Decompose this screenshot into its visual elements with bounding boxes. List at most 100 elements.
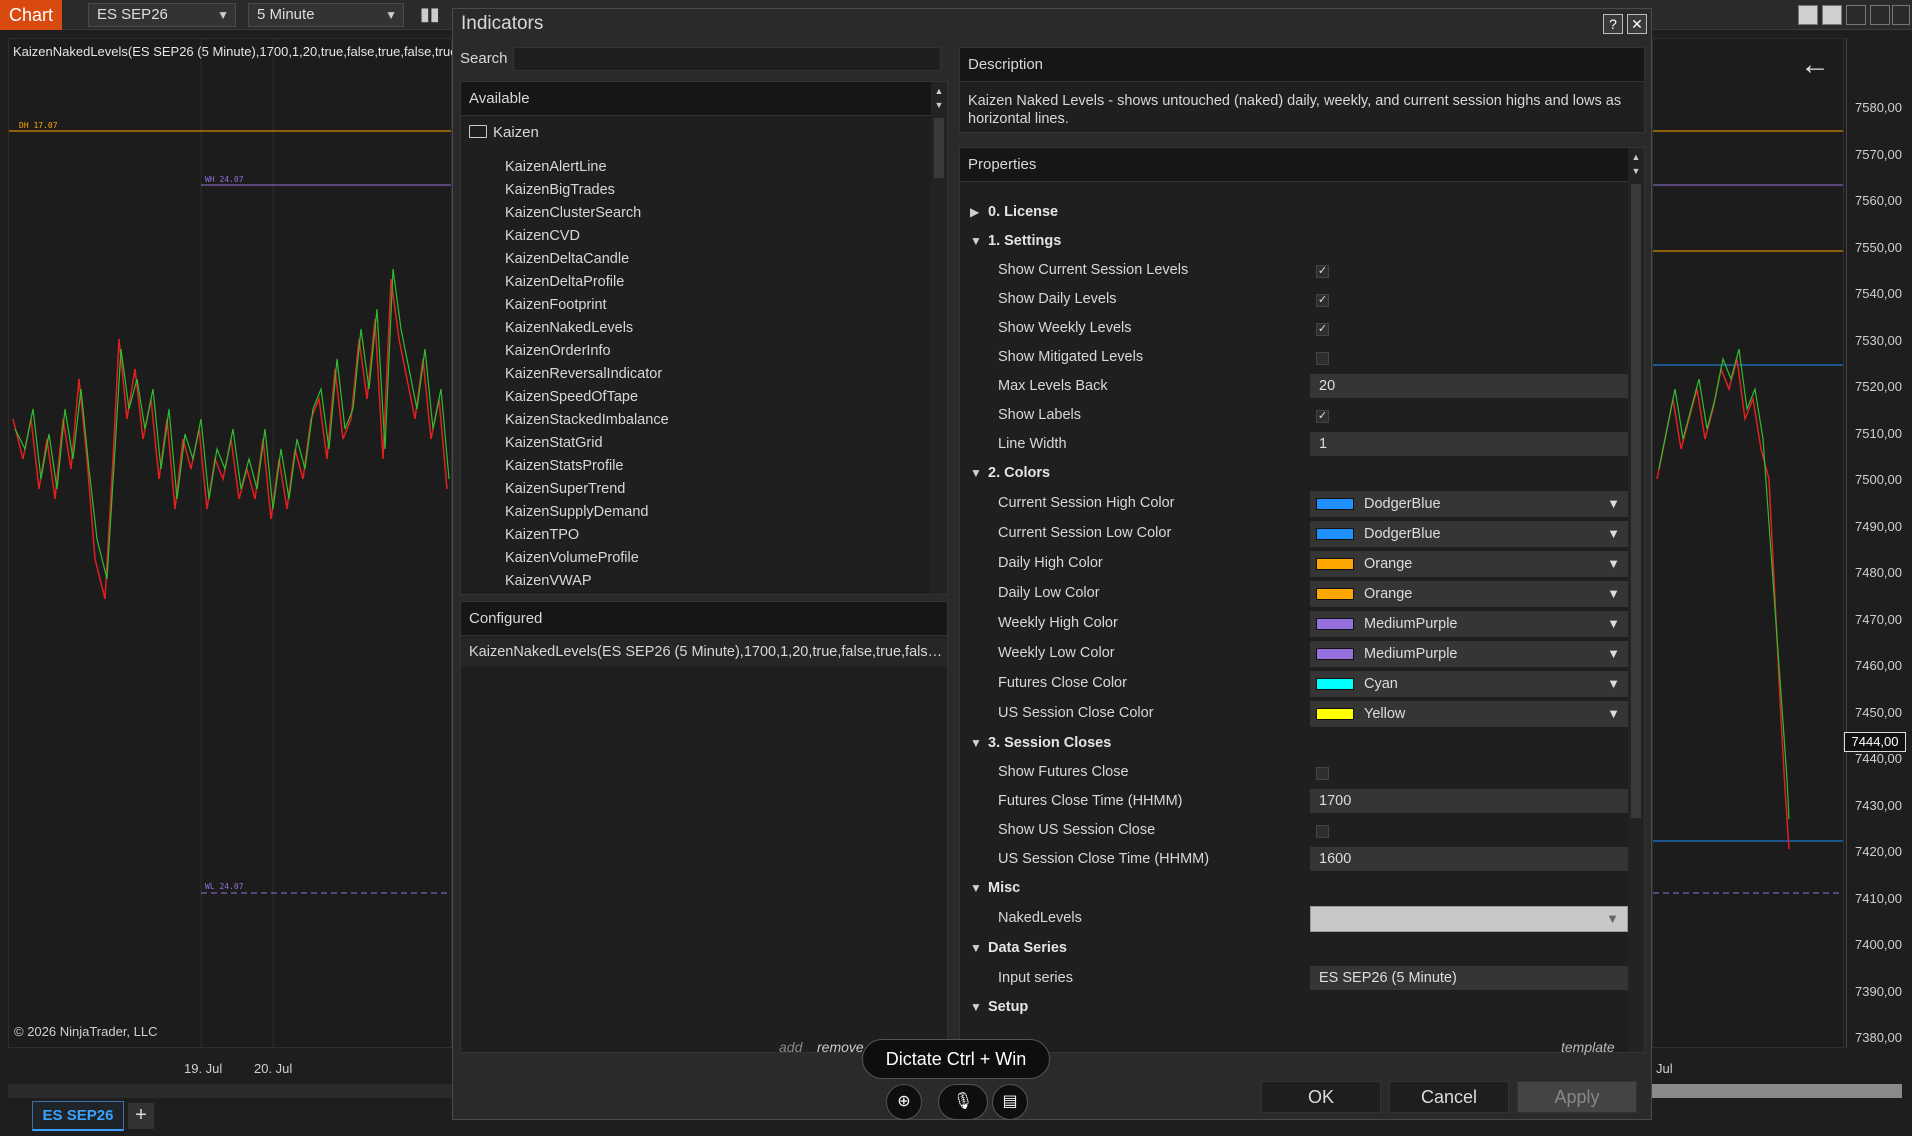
chevron-down-icon: ▼ xyxy=(1607,616,1620,631)
prop-show-daily: Show Daily Levels xyxy=(998,291,1117,307)
chart-tab[interactable]: Chart xyxy=(0,0,62,30)
tree-folder-kaizen[interactable]: Kaizen xyxy=(469,124,539,141)
configured-panel: Configured KaizenNakedLevels(ES SEP26 (5… xyxy=(460,601,948,1053)
properties-scrollbar[interactable]: ▲ ▼ xyxy=(1628,148,1644,1052)
indicator-item[interactable]: KaizenDeltaCandle xyxy=(505,251,629,267)
checkbox-show-futures-close[interactable] xyxy=(1316,767,1329,780)
section-session-closes[interactable]: ▼ 3. Session Closes xyxy=(970,735,1111,751)
input-series-field[interactable]: ES SEP26 (5 Minute) xyxy=(1310,966,1628,990)
scroll-up-icon[interactable]: ▲ xyxy=(1628,150,1644,164)
template-link[interactable]: template xyxy=(1561,1039,1615,1055)
indicator-item[interactable]: KaizenStackedImbalance xyxy=(505,412,669,428)
indicator-item[interactable]: KaizenNakedLevels xyxy=(505,320,633,336)
futures-close-time-input[interactable]: 1700 xyxy=(1310,789,1628,813)
price-axis[interactable]: 7580,00 7570,00 7560,00 7550,00 7540,00 … xyxy=(1846,38,1912,1048)
remove-link[interactable]: remove xyxy=(817,1039,864,1055)
color-select[interactable]: MediumPurple ▼ xyxy=(1310,611,1628,637)
description-header: Description xyxy=(960,48,1644,82)
indicator-item[interactable]: KaizenOrderInfo xyxy=(505,343,611,359)
minimize-icon[interactable] xyxy=(1846,5,1866,25)
series-tab[interactable]: ES SEP26 xyxy=(32,1101,124,1131)
indicator-item[interactable]: KaizenReversalIndicator xyxy=(505,366,662,382)
bar-chart-icon[interactable]: ▮▮ xyxy=(420,4,440,25)
globe-icon[interactable]: ⊕ xyxy=(886,1084,922,1120)
indicator-item[interactable]: KaizenFootprint xyxy=(505,297,607,313)
indicator-item[interactable]: KaizenStatGrid xyxy=(505,435,603,451)
window-tile-icon[interactable] xyxy=(1798,5,1818,25)
chart-pane-right[interactable] xyxy=(1652,38,1844,1048)
indicator-item[interactable]: KaizenDeltaProfile xyxy=(505,274,624,290)
max-levels-back-input[interactable]: 20 xyxy=(1310,374,1628,398)
naked-levels-select[interactable]: ▼ xyxy=(1310,906,1628,932)
color-name: DodgerBlue xyxy=(1364,526,1441,542)
color-select[interactable]: Orange ▼ xyxy=(1310,581,1628,607)
instrument-selector[interactable]: ES SEP26 ▼ xyxy=(88,3,236,27)
microphone-icon[interactable]: 🎙 xyxy=(938,1084,988,1120)
section-license[interactable]: ▶ 0. License xyxy=(970,204,1058,220)
notes-icon[interactable]: ▤ xyxy=(992,1084,1028,1120)
maximize-icon[interactable] xyxy=(1870,5,1890,25)
section-setup[interactable]: ▼ Setup xyxy=(970,999,1028,1015)
indicator-item[interactable]: KaizenVolumeProfile xyxy=(505,550,639,566)
configured-item[interactable]: KaizenNakedLevels(ES SEP26 (5 Minute),17… xyxy=(461,638,947,666)
interval-selector[interactable]: 5 Minute ▼ xyxy=(248,3,404,27)
color-name: Orange xyxy=(1364,586,1413,602)
color-select[interactable]: Orange ▼ xyxy=(1310,551,1628,577)
section-colors[interactable]: ▼ 2. Colors xyxy=(970,465,1050,481)
prop-color-label: Current Session Low Color xyxy=(998,525,1172,541)
scroll-up-icon[interactable]: ▲ xyxy=(931,84,947,98)
indicator-item[interactable]: KaizenSuperTrend xyxy=(505,481,625,497)
indicator-item[interactable]: KaizenTPO xyxy=(505,527,579,543)
color-select[interactable]: Cyan ▼ xyxy=(1310,671,1628,697)
chart-pane-left[interactable]: DH 17.07 WH 24.07 WL 24.07 xyxy=(8,38,452,1048)
cancel-button[interactable]: Cancel xyxy=(1389,1081,1509,1113)
indicator-item[interactable]: KaizenStatsProfile xyxy=(505,458,623,474)
add-link[interactable]: add xyxy=(779,1039,802,1055)
add-tab-button[interactable]: + xyxy=(128,1103,154,1129)
search-input[interactable] xyxy=(513,47,941,71)
checkbox-show-weekly[interactable]: ✓ xyxy=(1316,323,1329,336)
indicator-item[interactable]: KaizenBigTrades xyxy=(505,182,615,198)
back-arrow-icon[interactable]: ← xyxy=(1800,48,1830,82)
section-settings[interactable]: ▼ 1. Settings xyxy=(970,233,1061,249)
close-button[interactable]: ✕ xyxy=(1627,14,1647,34)
help-button[interactable]: ? xyxy=(1603,14,1623,34)
scrollbar-thumb[interactable] xyxy=(1631,184,1641,818)
indicator-item[interactable]: KaizenAlertLine xyxy=(505,159,607,175)
window-close-icon[interactable] xyxy=(1892,5,1910,25)
horizontal-scrollbar-left[interactable] xyxy=(8,1084,452,1098)
line-width-input[interactable]: 1 xyxy=(1310,432,1628,456)
color-select[interactable]: DodgerBlue ▼ xyxy=(1310,491,1628,517)
checkbox-show-current-session[interactable]: ✓ xyxy=(1316,265,1329,278)
checkbox-show-us-close[interactable] xyxy=(1316,825,1329,838)
horizontal-scrollbar-right[interactable] xyxy=(1652,1084,1902,1098)
price-tick: 7500,00 xyxy=(1855,472,1902,487)
us-close-time-input[interactable]: 1600 xyxy=(1310,847,1628,871)
indicator-item[interactable]: KaizenSupplyDemand xyxy=(505,504,648,520)
checkbox-show-mitigated[interactable] xyxy=(1316,352,1329,365)
prop-show-mitigated: Show Mitigated Levels xyxy=(998,349,1144,365)
available-scrollbar[interactable]: ▲ ▼ xyxy=(931,82,947,594)
section-data-series[interactable]: ▼ Data Series xyxy=(970,940,1067,956)
indicator-item[interactable]: KaizenVWAP xyxy=(505,573,592,589)
color-select[interactable]: MediumPurple ▼ xyxy=(1310,641,1628,667)
indicator-item[interactable]: KaizenClusterSearch xyxy=(505,205,641,221)
window-tile2-icon[interactable] xyxy=(1822,5,1842,25)
price-series-right-up xyxy=(1658,348,1790,820)
color-select[interactable]: DodgerBlue ▼ xyxy=(1310,521,1628,547)
scrollbar-thumb[interactable] xyxy=(934,118,944,178)
ok-button[interactable]: OK xyxy=(1261,1081,1381,1113)
prop-show-labels: Show Labels xyxy=(998,407,1082,423)
color-select[interactable]: Yellow ▼ xyxy=(1310,701,1628,727)
chart-indicator-caption: KaizenNakedLevels(ES SEP26 (5 Minute),17… xyxy=(13,44,453,59)
scroll-down-icon[interactable]: ▼ xyxy=(1628,164,1644,178)
checkbox-show-labels[interactable]: ✓ xyxy=(1316,410,1329,423)
scroll-down-icon[interactable]: ▼ xyxy=(931,98,947,112)
indicator-item[interactable]: KaizenCVD xyxy=(505,228,580,244)
prop-color-label: Current Session High Color xyxy=(998,495,1175,511)
apply-button[interactable]: Apply xyxy=(1517,1081,1637,1113)
section-misc[interactable]: ▼ Misc xyxy=(970,880,1020,896)
indicator-item[interactable]: KaizenSpeedOfTape xyxy=(505,389,638,405)
checkbox-show-daily[interactable]: ✓ xyxy=(1316,294,1329,307)
chevron-down-icon: ▼ xyxy=(1607,556,1620,571)
